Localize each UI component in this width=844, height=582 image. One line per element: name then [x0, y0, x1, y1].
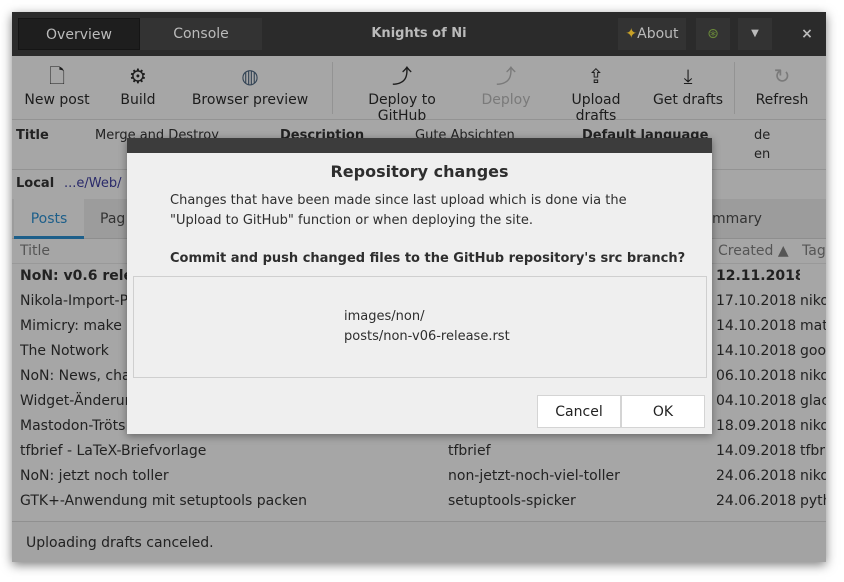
deploy-button[interactable]: ⤴ Deploy	[476, 56, 536, 120]
local-path-link[interactable]: ...e/Web/	[64, 176, 122, 191]
tab-overview[interactable]: Overview	[18, 18, 140, 50]
cell-created: 17.10.2018	[716, 293, 797, 309]
dialog-titlebar	[127, 138, 712, 153]
cell-tags: niko	[800, 293, 826, 309]
cell-created: 06.10.2018	[716, 368, 797, 384]
dialog-title: Repository changes	[330, 162, 509, 181]
git-push-icon: ⤴	[392, 64, 412, 88]
cell-created: 04.10.2018	[716, 393, 797, 409]
tab-posts[interactable]: Posts	[14, 199, 84, 239]
new-document-icon: 🗋	[48, 64, 66, 88]
cell-slug: tfbrief	[448, 443, 491, 459]
cell-title: NoN: jetzt noch toller	[20, 468, 169, 484]
upload-drafts-button[interactable]: ⇪ Upload drafts	[550, 56, 642, 124]
cell-tags: niko	[800, 418, 826, 434]
table-row[interactable]: tfbrief - LaTeX-Briefvorlage tfbrief 14.09…	[12, 439, 826, 464]
gears-icon: ⚙	[129, 64, 147, 88]
changed-file: images/non/	[344, 309, 425, 324]
upload-icon: ⇪	[587, 64, 605, 88]
cell-slug: non-jetzt-noch-viel-toller	[448, 468, 620, 484]
toolbar-separator	[734, 62, 735, 114]
ok-button[interactable]: OK	[621, 395, 705, 428]
cell-created: 12.11.2018	[716, 268, 800, 284]
repository-changes-dialog: Repository changes Changes that have bee…	[127, 138, 712, 434]
cell-created: 14.10.2018	[716, 318, 797, 334]
close-icon: ×	[801, 26, 813, 42]
column-title[interactable]: Title	[20, 239, 50, 264]
cell-created: 18.09.2018	[716, 418, 797, 434]
changed-files-list: images/non/ posts/non-v06-release.rst	[133, 276, 707, 378]
cell-created: 14.10.2018	[716, 343, 797, 359]
title-label: Title	[16, 128, 49, 143]
help-button[interactable]: ⊛	[696, 18, 730, 50]
cell-created: 24.06.2018	[716, 493, 797, 509]
local-label: Local	[16, 176, 55, 191]
browser-preview-button[interactable]: ◍ Browser preview	[190, 56, 310, 120]
cell-title: GTK+-Anwendung mit setuptools packen	[20, 493, 308, 509]
column-created[interactable]: Created ▲	[718, 239, 789, 264]
cell-tags: goo	[800, 343, 826, 359]
status-bar: Uploading drafts canceled.	[12, 521, 826, 562]
cell-created: 14.09.2018	[716, 443, 797, 459]
tab-pages[interactable]: Pag	[100, 199, 125, 239]
cell-tags: niko	[800, 368, 826, 384]
table-row[interactable]: GTK+-Anwendung mit setuptools packen setu…	[12, 489, 826, 514]
changed-file: posts/non-v06-release.rst	[344, 329, 510, 344]
new-post-button[interactable]: 🗋 New post	[22, 56, 92, 120]
language-en: en	[754, 147, 771, 162]
refresh-button[interactable]: ↻ Refresh	[752, 56, 812, 120]
chevron-down-icon: ▼	[751, 28, 759, 39]
cell-created: 24.06.2018	[716, 468, 797, 484]
star-icon: ✦	[625, 26, 638, 42]
cell-tags: niko	[800, 468, 826, 484]
header-bar: Overview Console Knights of Ni ✦About ⊛ …	[12, 12, 826, 56]
cell-slug: setuptools-spicker	[448, 493, 576, 509]
column-tags[interactable]: Tag	[802, 239, 826, 264]
toolbar: 🗋 New post ⚙ Build ◍ Browser preview ⤴ Deplo…	[12, 56, 826, 124]
refresh-icon: ↻	[773, 64, 791, 88]
cell-tags: glac	[800, 393, 826, 409]
close-button[interactable]: ×	[790, 18, 824, 50]
table-row[interactable]: NoN: jetzt noch toller non-jetzt-noch-vie…	[12, 464, 826, 489]
tab-console[interactable]: Console	[140, 18, 262, 50]
cell-tags: pyth	[800, 493, 826, 509]
deploy-github-button[interactable]: ⤴ Deploy to GitHub	[344, 56, 460, 124]
git-push-icon: ⤴	[496, 64, 516, 88]
cell-tags: tfbri	[800, 443, 826, 459]
language-de: de	[754, 128, 771, 143]
toolbar-separator	[332, 62, 333, 114]
globe-icon: ◍	[241, 64, 259, 88]
menu-button[interactable]: ▼	[738, 18, 772, 50]
cell-tags: mat	[800, 318, 826, 334]
build-button[interactable]: ⚙ Build	[108, 56, 168, 120]
cancel-button[interactable]: Cancel	[537, 395, 621, 428]
about-button[interactable]: ✦About	[618, 18, 686, 50]
lifebuoy-icon: ⊛	[707, 26, 719, 42]
cell-title: tfbrief - LaTeX-Briefvorlage	[20, 443, 207, 459]
tab-summary[interactable]: mmary	[712, 199, 762, 239]
get-drafts-button[interactable]: ⤓ Get drafts	[652, 56, 724, 120]
dialog-question: Commit and push changed files to the Git…	[170, 251, 686, 266]
dialog-message: Changes that have been made since last u…	[170, 193, 627, 228]
download-icon: ⤓	[683, 64, 693, 88]
